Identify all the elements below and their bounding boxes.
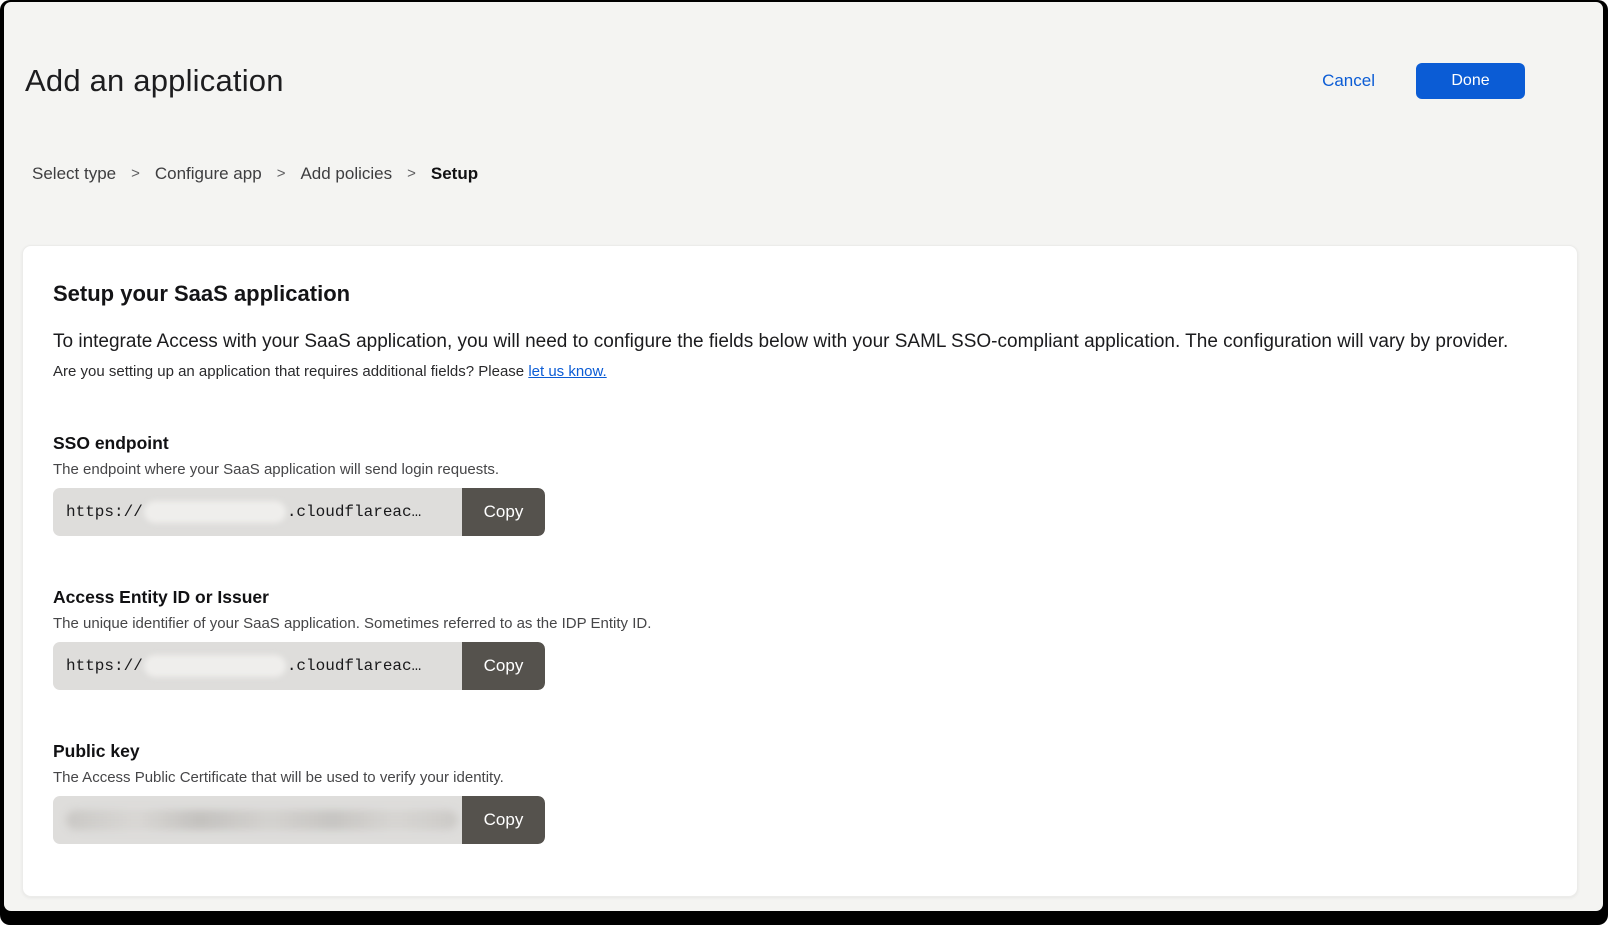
card-intro-text: To integrate Access with your SaaS appli… (53, 328, 1547, 355)
cancel-button[interactable]: Cancel (1322, 71, 1375, 91)
public-key-copy-button[interactable]: Copy (462, 796, 545, 844)
breadcrumb-separator: > (277, 164, 286, 184)
entity-id-description: The unique identifier of your SaaS appli… (53, 614, 1547, 634)
entity-id-copy-button[interactable]: Copy (462, 642, 545, 690)
sso-endpoint-field: https:// .cloudflareac… Copy (53, 488, 545, 536)
done-button[interactable]: Done (1416, 63, 1525, 99)
card-note: Are you setting up an application that r… (53, 362, 1547, 382)
entity-id-value-suffix: .cloudflareac… (287, 657, 421, 675)
page-header: Add an application Cancel Done (25, 58, 1525, 104)
sso-endpoint-value-suffix: .cloudflareac… (287, 503, 421, 521)
screenshot-frame: Add an application Cancel Done Select ty… (0, 0, 1608, 925)
entity-id-value: https:// .cloudflareac… (53, 642, 462, 690)
breadcrumb: Select type > Configure app > Add polici… (32, 164, 1603, 184)
sso-endpoint-value: https:// .cloudflareac… (53, 488, 462, 536)
entity-id-value-prefix: https:// (66, 657, 143, 675)
entity-id-label: Access Entity ID or Issuer (53, 586, 1547, 608)
header-actions: Cancel Done (1322, 63, 1525, 99)
page-title: Add an application (25, 58, 284, 104)
sso-endpoint-value-prefix: https:// (66, 503, 143, 521)
add-application-page: Add an application Cancel Done Select ty… (4, 2, 1603, 911)
breadcrumb-select-type[interactable]: Select type (32, 164, 116, 184)
breadcrumb-add-policies[interactable]: Add policies (300, 164, 392, 184)
redacted-team-name (144, 501, 286, 523)
breadcrumb-separator: > (131, 164, 140, 184)
breadcrumb-setup: Setup (431, 164, 478, 184)
sso-endpoint-label: SSO endpoint (53, 432, 1547, 454)
sso-endpoint-copy-button[interactable]: Copy (462, 488, 545, 536)
entity-id-field: https:// .cloudflareac… Copy (53, 642, 545, 690)
redacted-public-key (66, 810, 458, 830)
entity-id-section: Access Entity ID or Issuer The unique id… (53, 586, 1547, 690)
card-note-text: Are you setting up an application that r… (53, 363, 524, 380)
breadcrumb-separator: > (407, 164, 416, 184)
public-key-value (53, 796, 462, 844)
setup-card: Setup your SaaS application To integrate… (22, 245, 1578, 897)
public-key-field: Copy (53, 796, 545, 844)
public-key-section: Public key The Access Public Certificate… (53, 740, 1547, 844)
public-key-description: The Access Public Certificate that will … (53, 768, 1547, 788)
public-key-label: Public key (53, 740, 1547, 762)
redacted-team-name (144, 655, 286, 677)
sso-endpoint-description: The endpoint where your SaaS application… (53, 460, 1547, 480)
breadcrumb-configure-app[interactable]: Configure app (155, 164, 262, 184)
sso-endpoint-section: SSO endpoint The endpoint where your Saa… (53, 432, 1547, 536)
card-title: Setup your SaaS application (53, 280, 1547, 308)
let-us-know-link[interactable]: let us know. (528, 363, 606, 380)
